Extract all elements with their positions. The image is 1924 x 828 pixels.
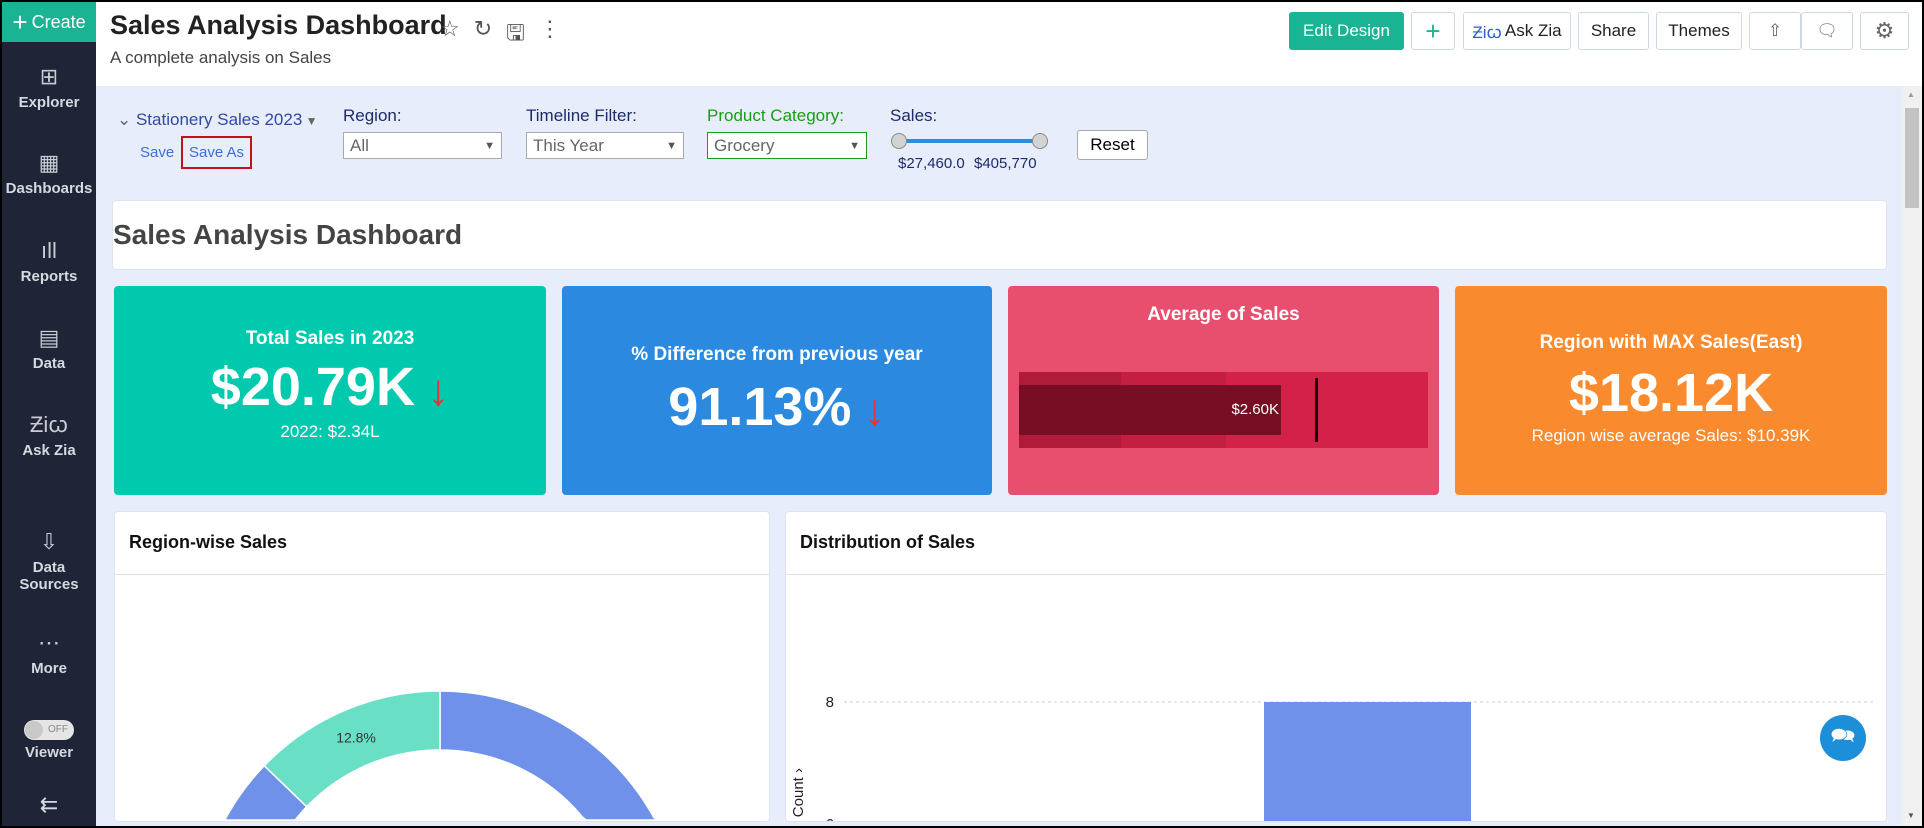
scroll-down-icon[interactable]: ▼ bbox=[1907, 811, 1915, 820]
region-label: Region: bbox=[343, 106, 402, 125]
sales-range-slider[interactable] bbox=[898, 139, 1040, 143]
viewer-switch[interactable]: OFF bbox=[24, 720, 74, 740]
explorer-icon: ⊞ bbox=[39, 64, 59, 89]
sidebar: + Create ⊞ Explorer ▦ Dashboards ıll Reports… bbox=[2, 2, 96, 826]
dashboard-title-card: Sales Analysis Dashboard bbox=[112, 200, 1887, 270]
comment-icon[interactable]: 🗨 bbox=[1801, 12, 1853, 50]
chat-support-button[interactable]: 🗪 bbox=[1820, 715, 1866, 761]
sidebar-item-data[interactable]: ▤ Data bbox=[2, 325, 96, 372]
caret-down-icon: ▼ bbox=[484, 139, 495, 152]
reports-icon: ıll bbox=[41, 238, 57, 263]
bullet-target-marker bbox=[1315, 378, 1318, 442]
category-label: Product Category: bbox=[707, 106, 845, 125]
data-sources-icon: ⇩ bbox=[39, 529, 59, 554]
header: Sales Analysis Dashboard A complete anal… bbox=[96, 2, 1922, 86]
timeline-label: Timeline Filter: bbox=[526, 106, 637, 125]
settings-gear-icon[interactable]: ⚙ bbox=[1860, 12, 1909, 50]
viewer-toggle[interactable]: OFF Viewer bbox=[2, 720, 96, 761]
sidebar-item-explorer[interactable]: ⊞ Explorer bbox=[2, 64, 96, 111]
y-tick-label: 8 bbox=[826, 694, 834, 711]
donut-slice[interactable] bbox=[263, 690, 441, 808]
arrow-down-icon: ↓ bbox=[851, 386, 886, 435]
caret-down-icon: ▼ bbox=[666, 139, 677, 152]
slice-label: 12.8% bbox=[336, 730, 376, 746]
kpi-average-sales: Average of Sales $2.60K bbox=[1008, 286, 1439, 495]
sales-max-value: $405,770 bbox=[974, 155, 1037, 172]
more-icon: ⋯ bbox=[38, 630, 60, 655]
kpi-total-sales: Total Sales in 2023 $20.79K ↓ 2022: $2.3… bbox=[114, 286, 546, 495]
save-icon[interactable]: 🖫 bbox=[506, 16, 525, 54]
scrollbar-thumb[interactable] bbox=[1905, 108, 1919, 208]
slider-min-handle[interactable] bbox=[891, 133, 907, 149]
dashboard-heading: Sales Analysis Dashboard bbox=[113, 219, 463, 250]
reset-button[interactable]: Reset bbox=[1077, 130, 1148, 160]
category-select[interactable]: Grocery ▼ bbox=[707, 132, 867, 159]
caret-down-icon: ▼ bbox=[849, 139, 860, 152]
y-axis-label: Count › bbox=[790, 767, 807, 817]
histogram-chart: 86 bbox=[826, 694, 1874, 821]
zia-icon: Ƶiꞷ bbox=[29, 412, 69, 437]
sales-label: Sales: bbox=[890, 106, 938, 125]
slider-max-handle[interactable] bbox=[1032, 133, 1048, 149]
chat-bubble-icon: 🗪 bbox=[1830, 725, 1856, 747]
refresh-icon[interactable]: ↻ bbox=[474, 16, 492, 54]
save-as-link[interactable]: Save As bbox=[181, 136, 253, 169]
create-button[interactable]: + Create bbox=[2, 2, 96, 42]
save-link[interactable]: Save bbox=[140, 144, 174, 161]
timeline-select[interactable]: This Year ▼ bbox=[526, 132, 684, 159]
sidebar-item-ask-zia[interactable]: Ƶiꞷ Ask Zia bbox=[2, 412, 96, 459]
region-wise-sales-card: Region-wise Sales 12.8% bbox=[114, 511, 770, 822]
distribution-of-sales-card: Distribution of Sales 86 Count › bbox=[785, 511, 1887, 822]
kpi-difference: % Difference from previous year 91.13% ↓ bbox=[562, 286, 992, 495]
dashboards-icon: ▦ bbox=[38, 150, 60, 175]
edit-design-button[interactable]: Edit Design bbox=[1289, 12, 1404, 50]
vertical-scrollbar[interactable]: ▲ ▼ bbox=[1902, 86, 1922, 826]
region-select[interactable]: All ▼ bbox=[343, 132, 502, 159]
dashboard-canvas: ⌄ Stationery Sales 2023 ▼ Save Save As R… bbox=[96, 86, 1902, 826]
histogram-bar[interactable] bbox=[1264, 702, 1471, 821]
sidebar-item-data-sources[interactable]: ⇩ Data Sources bbox=[2, 529, 96, 593]
sales-min-value: $27,460.0 bbox=[898, 155, 965, 172]
more-vertical-icon[interactable]: ⋮ bbox=[539, 16, 561, 54]
themes-button[interactable]: Themes bbox=[1656, 12, 1742, 50]
share-button[interactable]: Share bbox=[1578, 12, 1649, 50]
sidebar-item-dashboards[interactable]: ▦ Dashboards bbox=[2, 150, 96, 197]
collapse-sidebar-icon[interactable]: ⇇ bbox=[2, 792, 96, 818]
y-tick-label: 6 bbox=[826, 816, 834, 821]
bullet-value-bar: $2.60K bbox=[1019, 385, 1281, 435]
donut-chart: 12.8% bbox=[196, 690, 684, 821]
star-icon[interactable]: ☆ bbox=[440, 16, 460, 54]
sidebar-item-reports[interactable]: ıll Reports bbox=[2, 238, 96, 285]
sidebar-item-more[interactable]: ⋯ More bbox=[2, 630, 96, 677]
add-button[interactable]: + bbox=[1411, 12, 1455, 50]
page-subtitle: A complete analysis on Sales bbox=[110, 48, 332, 67]
page-title: Sales Analysis Dashboard bbox=[110, 10, 447, 40]
plus-icon: + bbox=[12, 7, 28, 37]
kpi-region-max: Region with MAX Sales(East) $18.12K Regi… bbox=[1455, 286, 1887, 495]
export-icon[interactable]: ⇧ bbox=[1749, 12, 1801, 50]
scroll-up-icon[interactable]: ▲ bbox=[1907, 90, 1915, 99]
chevron-down-icon: ⌄ bbox=[117, 110, 136, 129]
zia-icon: Ƶiꞷ bbox=[1472, 22, 1502, 42]
caret-down-icon: ▼ bbox=[302, 114, 318, 128]
view-selector[interactable]: ⌄ Stationery Sales 2023 ▼ bbox=[117, 110, 318, 130]
arrow-down-icon: ↓ bbox=[414, 366, 450, 415]
ask-zia-button[interactable]: Ƶiꞷ Ask Zia bbox=[1463, 12, 1571, 50]
table-icon: ▤ bbox=[38, 325, 60, 350]
